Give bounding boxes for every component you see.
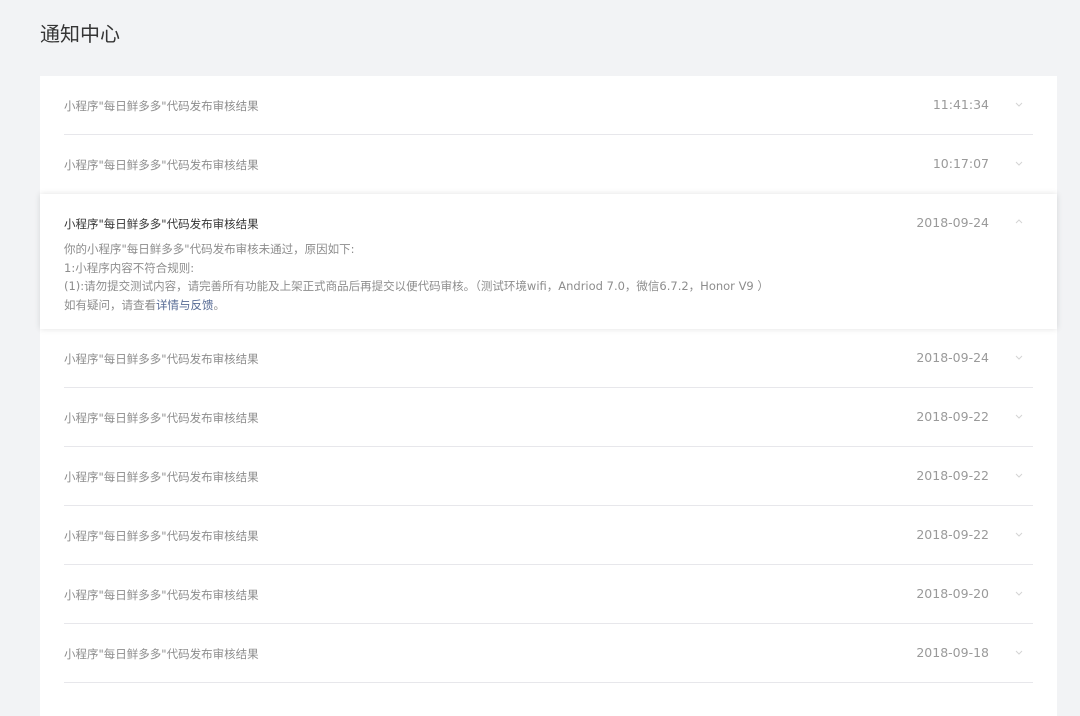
notification-time: 2018-09-20 [916, 586, 989, 601]
notification-row[interactable]: 小程序"每日鲜多多"代码发布审核结果 2018-09-20 [40, 565, 1057, 624]
chevron-up-icon[interactable] [1015, 218, 1023, 226]
notification-detail: 你的小程序"每日鲜多多"代码发布审核未通过，原因如下: 1:小程序内容不符合规则… [64, 240, 769, 314]
notification-time: 11:41:34 [932, 97, 989, 112]
notification-time: 2018-09-24 [916, 215, 989, 230]
chevron-down-icon[interactable] [1015, 100, 1023, 108]
chevron-down-icon[interactable] [1015, 353, 1023, 361]
notification-time: 2018-09-22 [916, 527, 989, 542]
detail-line: 你的小程序"每日鲜多多"代码发布审核未通过，原因如下: [64, 242, 355, 256]
notification-title: 小程序"每日鲜多多"代码发布审核结果 [64, 217, 259, 231]
notification-title: 小程序"每日鲜多多"代码发布审核结果 [64, 470, 259, 484]
notification-title: 小程序"每日鲜多多"代码发布审核结果 [64, 588, 259, 602]
chevron-down-icon[interactable] [1015, 159, 1023, 167]
notification-title: 小程序"每日鲜多多"代码发布审核结果 [64, 352, 259, 366]
notification-row[interactable]: 小程序"每日鲜多多"代码发布审核结果 2018-09-22 [40, 506, 1057, 565]
detail-line: 1:小程序内容不符合规则: [64, 260, 195, 275]
chevron-down-icon[interactable] [1015, 471, 1023, 479]
chevron-down-icon[interactable] [1015, 648, 1023, 656]
notification-title: 小程序"每日鲜多多"代码发布审核结果 [64, 99, 259, 113]
notification-list: 小程序"每日鲜多多"代码发布审核结果 11:41:34 小程序"每日鲜多多"代码… [40, 76, 1057, 716]
notification-title: 小程序"每日鲜多多"代码发布审核结果 [64, 158, 259, 172]
detail-line: (1):请勿提交测试内容，请完善所有功能及上架正式商品后再提交以便代码审核。（测… [64, 279, 769, 293]
notification-row[interactable]: 小程序"每日鲜多多"代码发布审核结果 2018-09-18 [40, 624, 1057, 683]
notification-time: 2018-09-22 [916, 468, 989, 483]
notification-row-expanded[interactable]: 小程序"每日鲜多多"代码发布审核结果 2018-09-24 你的小程序"每日鲜多… [40, 194, 1057, 329]
notification-time: 2018-09-22 [916, 409, 989, 424]
notification-time: 2018-09-18 [916, 645, 989, 660]
notification-row[interactable]: 小程序"每日鲜多多"代码发布审核结果 2018-09-22 [40, 388, 1057, 447]
notification-time: 10:17:07 [932, 156, 989, 171]
detail-text: 如有疑问，请查看 [64, 297, 156, 312]
notification-title: 小程序"每日鲜多多"代码发布审核结果 [64, 529, 259, 543]
notification-title: 小程序"每日鲜多多"代码发布审核结果 [64, 647, 259, 661]
chevron-down-icon[interactable] [1015, 530, 1023, 538]
divider [64, 682, 1033, 683]
feedback-link[interactable]: 详情与反馈 [156, 298, 214, 312]
notification-title: 小程序"每日鲜多多"代码发布审核结果 [64, 411, 259, 425]
chevron-down-icon[interactable] [1015, 412, 1023, 420]
page-title: 通知中心 [40, 22, 120, 46]
notification-row[interactable]: 小程序"每日鲜多多"代码发布审核结果 11:41:34 [40, 76, 1057, 135]
notification-time: 2018-09-24 [916, 350, 989, 365]
notification-row[interactable]: 小程序"每日鲜多多"代码发布审核结果 2018-09-24 [40, 329, 1057, 388]
detail-text: 。 [213, 297, 226, 312]
detail-line: 如有疑问，请查看详情与反馈。 [64, 296, 769, 315]
notification-row[interactable]: 小程序"每日鲜多多"代码发布审核结果 10:17:07 [40, 135, 1057, 194]
chevron-down-icon[interactable] [1015, 589, 1023, 597]
notification-row[interactable]: 小程序"每日鲜多多"代码发布审核结果 2018-09-22 [40, 447, 1057, 506]
